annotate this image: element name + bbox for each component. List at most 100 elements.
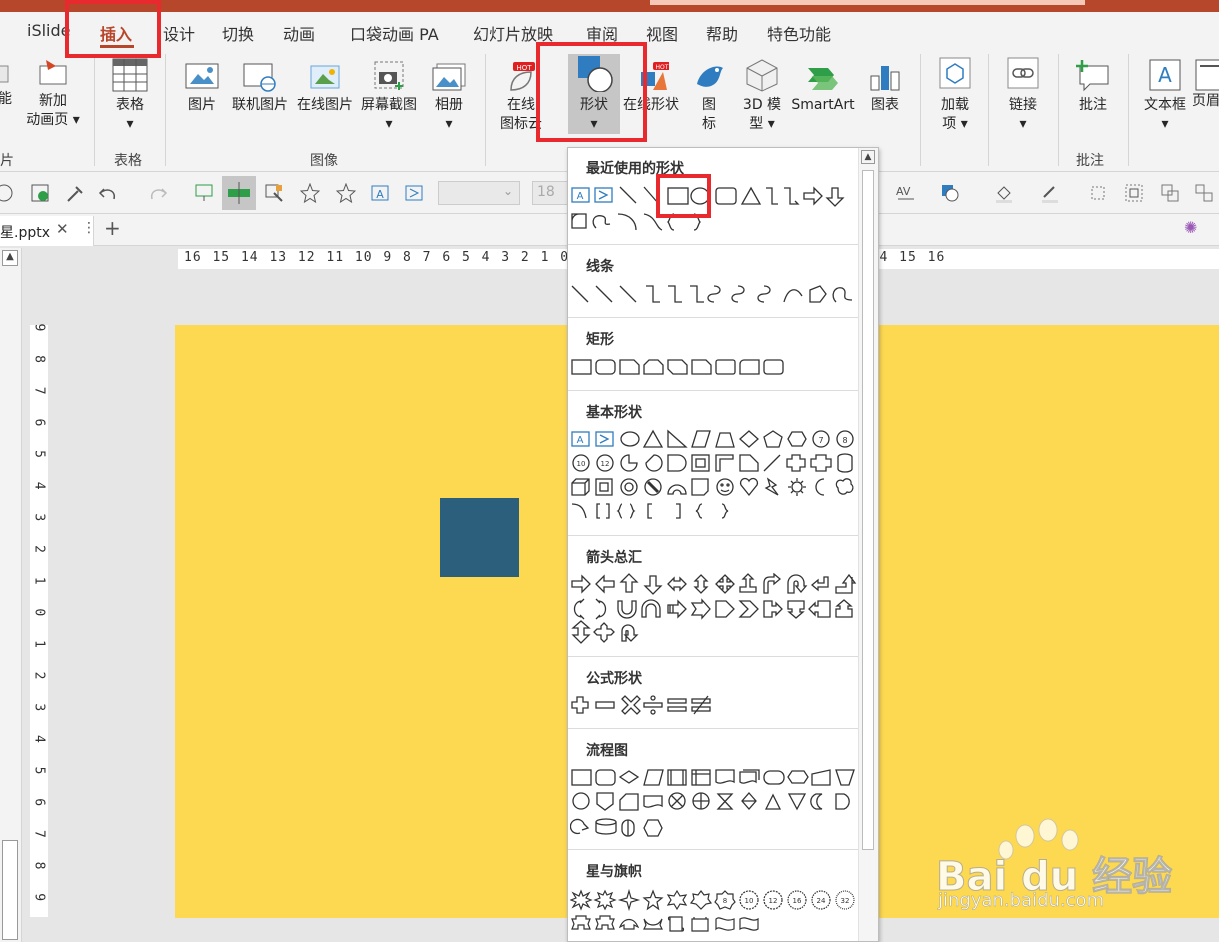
picture-icon [185,63,219,89]
group-label-image: 图像 [310,153,338,169]
screenshot-button[interactable]: 屏幕截图 ▾ [358,58,420,134]
panel-scrollbar[interactable]: ▲ [858,148,878,941]
star-effect-icon[interactable] [336,183,356,203]
svg-text:A: A [1158,63,1172,87]
tab-animations[interactable]: 动画 [283,21,315,45]
select-icon[interactable] [264,183,284,203]
blue-square-shape[interactable] [440,498,519,577]
textbox-icon: A [1149,59,1181,91]
highlight-rectangle-shape [656,174,711,218]
more-icon[interactable]: ⋮ [82,220,96,236]
left-scroll-strip: ▲ [0,248,22,942]
chevron-down-icon: ⌄ [502,184,513,198]
crop-icon[interactable] [1088,183,1108,203]
doc-tab-name: 星.pptx [0,225,50,241]
vertical-ruler: 9 8 7 6 5 4 3 2 1 0 1 2 3 4 5 6 7 8 9 [30,324,48,917]
textbox-button[interactable]: A 文本框 ▾ [1138,58,1192,134]
icons-button[interactable]: 图标 [690,58,728,134]
table-button[interactable]: 表格 ▾ [106,58,154,134]
scroll-up-icon[interactable]: ▲ [861,150,875,164]
outline-color-icon[interactable] [1040,183,1060,203]
chart-button[interactable]: 图表 [864,62,906,115]
bird-icon [697,66,723,87]
distribute-icon[interactable] [1194,183,1214,203]
textbox-vertical-icon[interactable] [404,183,424,203]
cube-icon [746,59,778,92]
svg-text:HOT: HOT [656,64,669,71]
section-basic-shapes: 基本形状 [586,405,642,421]
align-icon [228,182,250,204]
chart-icon [870,66,900,91]
font-family-select[interactable]: ⌄ [438,181,520,205]
section-block-arrows: 箭头总汇 [586,550,642,566]
link-button[interactable]: 链接 ▾ [998,56,1048,134]
svg-text:12: 12 [769,897,778,905]
svg-text:32: 32 [841,897,850,905]
doc-tab[interactable]: 星.pptx ✕ ⋮ [0,216,96,246]
addins-button[interactable]: 加载项 ▾ [930,56,980,134]
tab-transitions[interactable]: 切换 [222,21,254,45]
screenshot-icon [374,61,404,90]
add-tab-icon[interactable]: + [104,216,121,240]
arrange-icon[interactable] [1160,183,1180,203]
tab-design[interactable]: 设计 [163,21,195,45]
section-rectangles: 矩形 [586,332,614,348]
tab-help[interactable]: 帮助 [706,21,738,45]
new-animation-page-button[interactable]: 新加 动画页 ▾ [22,58,84,130]
shape-fill-icon[interactable] [940,183,960,203]
3d-model-button[interactable]: 3D 模型 ▾ [736,58,788,134]
magic-icon[interactable]: ✺ [1184,218,1197,237]
tab-view[interactable]: 视图 [646,21,678,45]
tab-pocket-animation[interactable]: 口袋动画 PA [350,21,439,45]
section-stars-banners: 星与旗帜 [586,864,642,880]
scroll-up-icon[interactable]: ▲ [2,250,18,266]
album-button[interactable]: 相册 ▾ [428,62,470,134]
scroll-thumb[interactable] [862,170,874,850]
group-icon[interactable] [1124,183,1144,203]
table-icon [112,58,148,92]
partial-label: 能 [0,91,12,107]
presenter-icon[interactable] [194,183,214,203]
svg-text:A: A [376,188,384,201]
svg-text:8: 8 [842,436,847,445]
char-spacing-icon[interactable]: AV [896,183,916,203]
basic-shapes-grid: A 7 8 10 12 [571,429,854,519]
highlight-shapes-button [536,42,647,142]
star-outline-icon[interactable] [300,183,320,203]
eyedropper-icon[interactable] [64,183,84,203]
partial-button[interactable]: 能 [0,62,12,109]
stars-banners-grid: 8 10 12 16 24 32 [570,889,855,932]
fill-color-icon[interactable] [994,183,1014,203]
comment-button[interactable]: 批注 [1068,58,1118,115]
undo-icon[interactable] [98,183,118,203]
online-picture-button[interactable]: 在线图片 [294,62,356,115]
linked-picture-button[interactable]: 联机图片 [228,62,292,115]
shapes-dropdown: ▲ 最近使用的形状 A 线条 矩形 基本形状 A 7 8 10 12 箭头总汇 … [567,147,879,942]
group-label-table: 表格 [114,153,142,169]
header-footer-button[interactable]: 页眉 [1192,58,1219,111]
save-icon[interactable] [30,183,50,203]
svg-text:A: A [577,191,584,202]
scroll-thumb[interactable] [2,840,18,940]
header-icon [1195,59,1219,91]
svg-text:24: 24 [817,897,826,905]
baidu-watermark: Bai du 经验 jingyan.baidu.com [930,818,1219,942]
align-button[interactable] [222,176,256,210]
partial-circle-icon[interactable] [0,183,14,203]
flowchart-grid [570,769,855,837]
svg-text:8: 8 [723,897,727,905]
textbox-horizontal-icon[interactable]: A [370,183,390,203]
addins-icon [939,57,971,89]
lines-row [571,285,853,303]
smartart-button[interactable]: SmartArt [788,62,858,115]
tab-features[interactable]: 特色功能 [767,21,831,45]
redo-icon[interactable] [148,183,168,203]
picture-button[interactable]: 图片 [180,62,224,115]
tab-islide[interactable]: iSlide [27,21,71,40]
cloud-picture-icon [310,65,340,89]
new-anim-icon [39,60,67,85]
svg-text:16: 16 [793,897,802,905]
close-icon[interactable]: ✕ [56,220,69,238]
comment-icon [1076,60,1109,92]
font-size-select[interactable]: 18 [532,181,572,205]
